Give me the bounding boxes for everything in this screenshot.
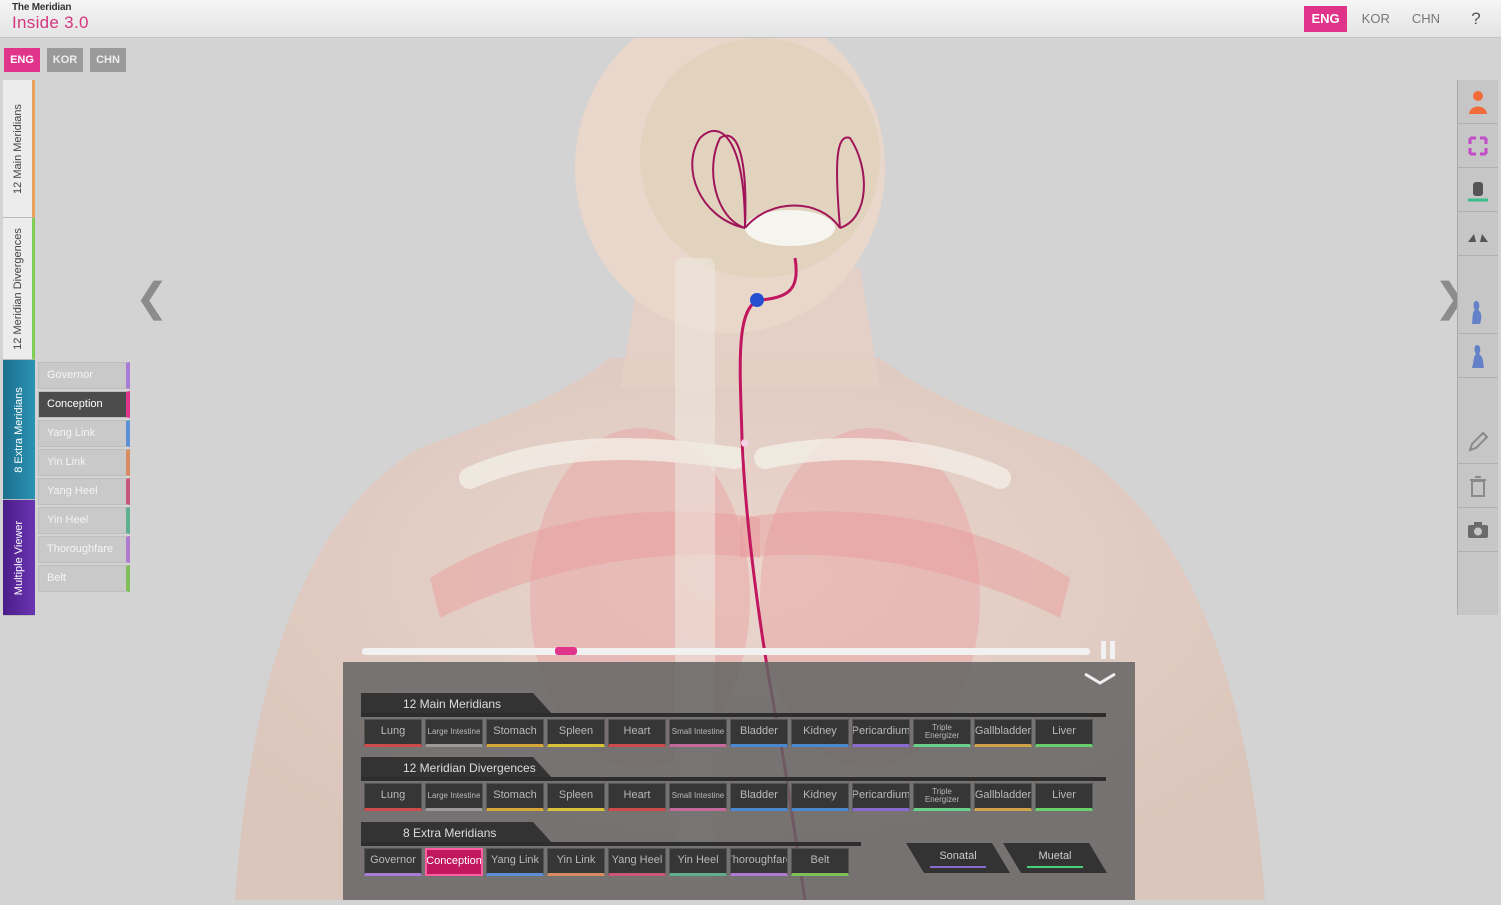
- mode-label: Muetal: [1038, 850, 1072, 862]
- side-language-chn[interactable]: CHN: [90, 48, 126, 72]
- div-heart-button[interactable]: Heart: [608, 783, 666, 811]
- extra-yin-link-button[interactable]: Yin Link: [547, 848, 605, 876]
- div-spleen-button[interactable]: Spleen: [547, 783, 605, 811]
- language-chn[interactable]: CHN: [1405, 6, 1447, 32]
- main-stomach-button[interactable]: Stomach: [486, 719, 544, 747]
- main-small-intestine-button[interactable]: Small Intestine: [669, 719, 727, 747]
- feet-view-button[interactable]: [1458, 212, 1498, 256]
- main-lung-button[interactable]: Lung: [364, 719, 422, 747]
- main-large-intestine-button[interactable]: Large Intestine: [425, 719, 483, 747]
- feet-icon: [1468, 233, 1488, 242]
- tab-label: 8 Extra Meridians: [13, 386, 25, 473]
- person-view-button[interactable]: [1458, 80, 1498, 124]
- div-large-intestine-button[interactable]: Large Intestine: [425, 783, 483, 811]
- list-item-yang-link[interactable]: Yang Link: [38, 420, 130, 447]
- pause-button[interactable]: [1101, 641, 1117, 659]
- list-item-thoroughfare[interactable]: Thoroughfare: [38, 536, 130, 563]
- language-kor[interactable]: KOR: [1355, 6, 1397, 32]
- extra-yang-heel-button[interactable]: Yang Heel: [608, 848, 666, 876]
- div-liver-button[interactable]: Liver: [1035, 783, 1093, 811]
- language-switcher: ENG KOR CHN ?: [1304, 5, 1501, 33]
- main-gallbladder-button[interactable]: Gallbladder: [974, 719, 1032, 747]
- main-spleen-button[interactable]: Spleen: [547, 719, 605, 747]
- list-item-governor[interactable]: Governor: [38, 362, 130, 389]
- rotate-button[interactable]: [1458, 124, 1498, 168]
- mode-sonatal-button[interactable]: Sonatal: [906, 843, 1010, 873]
- main-triple-energizer-button[interactable]: Triple Energizer: [913, 719, 971, 747]
- main-liver-button[interactable]: Liver: [1035, 719, 1093, 747]
- extra-meridian-buttons: Governor Conception Yang Link Yin Link Y…: [364, 848, 849, 876]
- pan-hand-icon: [1468, 181, 1488, 201]
- tab-label: 12 Main Meridians: [11, 103, 24, 194]
- list-item-yin-link[interactable]: Yin Link: [38, 449, 130, 476]
- divergence-buttons: Lung Large Intestine Stomach Spleen Hear…: [364, 783, 1093, 811]
- div-pericardium-button[interactable]: Pericardium: [852, 783, 910, 811]
- section-header-divergences: 12 Meridian Divergences: [361, 757, 553, 779]
- pause-icon: [1101, 641, 1106, 659]
- tab-8-extra-meridians[interactable]: 8 Extra Meridians: [3, 360, 35, 500]
- camera-icon: [1468, 521, 1488, 538]
- section-header-main: 12 Main Meridians: [361, 693, 553, 715]
- div-triple-energizer-button[interactable]: Triple Energizer: [913, 783, 971, 811]
- div-lung-button[interactable]: Lung: [364, 783, 422, 811]
- timeline-handle[interactable]: [554, 647, 577, 655]
- main-heart-button[interactable]: Heart: [608, 719, 666, 747]
- tab-multiple-viewer[interactable]: Multiple Viewer: [3, 500, 35, 616]
- delete-button[interactable]: [1458, 464, 1498, 508]
- pencil-icon: [1468, 431, 1489, 452]
- app-title-line1: The Meridian: [12, 2, 72, 13]
- app-logo: The Meridian Inside 3.0: [12, 2, 89, 32]
- main-bladder-button[interactable]: Bladder: [730, 719, 788, 747]
- tab-label: Multiple Viewer: [13, 520, 25, 595]
- body-front-button[interactable]: [1458, 290, 1498, 334]
- side-language-kor[interactable]: KOR: [47, 48, 83, 72]
- div-gallbladder-button[interactable]: Gallbladder: [974, 783, 1032, 811]
- person-orange-icon: [1469, 90, 1487, 114]
- section-header-extra: 8 Extra Meridians: [361, 822, 553, 844]
- right-toolbar: [1457, 80, 1498, 615]
- mode-label: Sonatal: [939, 850, 977, 862]
- extra-meridian-list: Governor Conception Yang Link Yin Link Y…: [38, 362, 130, 594]
- app-title-line2: Inside 3.0: [12, 13, 89, 32]
- extra-thoroughfare-button[interactable]: Thoroughfare: [730, 848, 788, 876]
- mode-muetal-button[interactable]: Muetal: [1003, 843, 1107, 873]
- help-button[interactable]: ?: [1465, 9, 1487, 29]
- chevron-down-icon[interactable]: [1083, 670, 1117, 686]
- tab-12-main-meridians[interactable]: 12 Main Meridians: [3, 80, 35, 218]
- body-side-button[interactable]: [1458, 334, 1498, 378]
- rotate-arrows-icon: [1468, 136, 1488, 155]
- previous-arrow-icon[interactable]: ❮: [135, 278, 169, 318]
- side-language-eng[interactable]: ENG: [4, 48, 40, 72]
- tab-12-meridian-divergences[interactable]: 12 Meridian Divergences: [3, 218, 35, 360]
- list-item-conception[interactable]: Conception: [38, 391, 130, 418]
- list-item-yang-heel[interactable]: Yang Heel: [38, 478, 130, 505]
- extra-conception-button[interactable]: Conception: [425, 848, 483, 876]
- vertical-tab-bar: 12 Main Meridians 12 Meridian Divergence…: [3, 80, 35, 616]
- div-kidney-button[interactable]: Kidney: [791, 783, 849, 811]
- trash-icon: [1470, 475, 1486, 497]
- main-pericardium-button[interactable]: Pericardium: [852, 719, 910, 747]
- screenshot-button[interactable]: [1458, 508, 1498, 552]
- extra-belt-button[interactable]: Belt: [791, 848, 849, 876]
- meridian-selection-panel: 12 Main Meridians Lung Large Intestine S…: [343, 662, 1135, 900]
- list-item-belt[interactable]: Belt: [38, 565, 130, 592]
- body-front-icon: [1472, 300, 1482, 324]
- tab-label: 12 Meridian Divergences: [11, 227, 24, 350]
- div-small-intestine-button[interactable]: Small Intestine: [669, 783, 727, 811]
- pan-button[interactable]: [1458, 168, 1498, 212]
- div-stomach-button[interactable]: Stomach: [486, 783, 544, 811]
- extra-yang-link-button[interactable]: Yang Link: [486, 848, 544, 876]
- language-eng[interactable]: ENG: [1304, 6, 1347, 32]
- body-side-icon: [1472, 344, 1484, 368]
- extra-governor-button[interactable]: Governor: [364, 848, 422, 876]
- main-meridian-buttons: Lung Large Intestine Stomach Spleen Hear…: [364, 719, 1093, 747]
- top-bar: The Meridian Inside 3.0 ENG KOR CHN ?: [0, 0, 1501, 38]
- animation-timeline[interactable]: [362, 647, 1090, 655]
- extra-yin-heel-button[interactable]: Yin Heel: [669, 848, 727, 876]
- div-bladder-button[interactable]: Bladder: [730, 783, 788, 811]
- side-language-switcher: ENG KOR CHN: [4, 48, 126, 72]
- list-item-yin-heel[interactable]: Yin Heel: [38, 507, 130, 534]
- main-kidney-button[interactable]: Kidney: [791, 719, 849, 747]
- draw-button[interactable]: [1458, 420, 1498, 464]
